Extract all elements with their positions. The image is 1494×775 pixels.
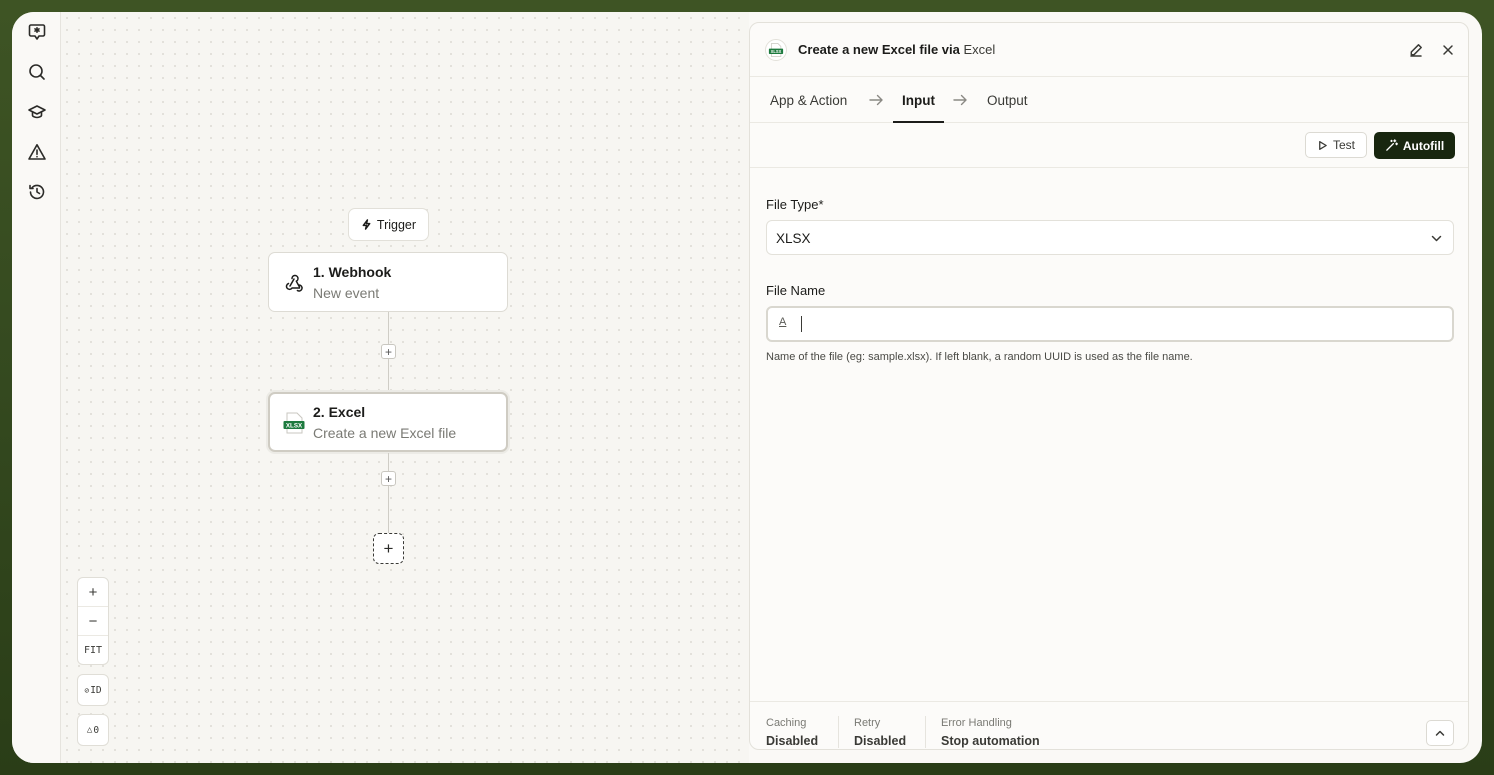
panel-header: XLSX Create a new Excel file via Excel bbox=[750, 23, 1468, 77]
add-step-button[interactable]: + bbox=[381, 344, 396, 359]
footer-key: Error Handling bbox=[941, 717, 1012, 729]
left-rail bbox=[12, 12, 61, 763]
footer-retry[interactable]: Retry Disabled bbox=[854, 717, 906, 748]
node-excel[interactable]: XLSX 2. Excel Create a new Excel file bbox=[268, 392, 508, 452]
step-tabs: App & Action Input Output bbox=[750, 77, 1468, 123]
actions-bar: Test Autofill bbox=[750, 123, 1468, 168]
zoom-controls: + − FIT bbox=[77, 577, 109, 665]
trigger-button[interactable]: Trigger bbox=[348, 208, 429, 241]
connector-line bbox=[388, 453, 389, 533]
edit-icon[interactable] bbox=[1407, 41, 1425, 59]
panel-footer: Caching Disabled Retry Disabled Error Ha… bbox=[750, 701, 1468, 749]
tab-app-action[interactable]: App & Action bbox=[770, 93, 847, 108]
file-name-label: File Name bbox=[766, 283, 826, 298]
webhook-icon bbox=[285, 274, 303, 292]
warning-icon[interactable] bbox=[25, 140, 49, 164]
footer-caching[interactable]: Caching Disabled bbox=[766, 717, 818, 748]
test-label: Test bbox=[1332, 138, 1355, 152]
file-type-select[interactable]: XLSX bbox=[766, 220, 1454, 255]
fit-button[interactable]: FIT bbox=[78, 636, 108, 664]
warning-icon: △ bbox=[86, 725, 93, 735]
chat-star-icon[interactable] bbox=[25, 20, 49, 44]
test-button[interactable]: Test bbox=[1305, 132, 1367, 158]
close-icon[interactable] bbox=[1439, 41, 1457, 59]
tab-input[interactable]: Input bbox=[902, 93, 935, 108]
footer-key: Caching bbox=[766, 717, 807, 729]
trigger-label: Trigger bbox=[376, 217, 417, 232]
warnings-button[interactable]: △ 0 bbox=[77, 714, 109, 746]
footer-key: Retry bbox=[854, 717, 881, 729]
add-step-end-button[interactable]: + bbox=[373, 533, 404, 564]
node-subtitle: Create a new Excel file bbox=[313, 425, 457, 441]
graduation-cap-icon[interactable] bbox=[25, 100, 49, 124]
zoom-in-button[interactable]: + bbox=[78, 578, 108, 607]
eye-off-icon: ⊘ bbox=[84, 685, 90, 695]
file-name-input[interactable]: A bbox=[766, 306, 1454, 342]
connector-line bbox=[388, 359, 389, 392]
text-type-icon: A bbox=[779, 316, 787, 328]
workflow-canvas[interactable]: Trigger 1. Webhook New event + XLSX 2. E… bbox=[61, 12, 749, 763]
node-subtitle: New event bbox=[313, 285, 380, 301]
add-step-button[interactable]: + bbox=[381, 471, 396, 486]
footer-error-handling[interactable]: Error Handling Stop automation bbox=[941, 717, 1040, 748]
arrow-right-icon bbox=[868, 93, 884, 107]
divider bbox=[838, 716, 839, 748]
step-config-panel: XLSX Create a new Excel file via Excel A… bbox=[749, 22, 1469, 750]
history-icon[interactable] bbox=[25, 180, 49, 204]
panel-title: Create a new Excel file via Excel bbox=[798, 42, 995, 57]
app-frame: Trigger 1. Webhook New event + XLSX 2. E… bbox=[12, 12, 1482, 763]
chevron-down-icon bbox=[1431, 235, 1442, 242]
chevron-up-icon bbox=[1435, 730, 1445, 736]
footer-value: Stop automation bbox=[941, 734, 1040, 748]
excel-app-logo: XLSX bbox=[765, 39, 787, 61]
magic-wand-icon bbox=[1386, 139, 1398, 151]
expand-footer-button[interactable] bbox=[1426, 720, 1454, 746]
tab-output[interactable]: Output bbox=[987, 93, 1028, 108]
panel-title-text: Create a new Excel file via bbox=[798, 42, 960, 57]
xlsx-icon: XLSX bbox=[283, 412, 305, 434]
id-toggle-button[interactable]: ⊘ ID bbox=[77, 674, 109, 706]
node-title: 2. Excel bbox=[313, 404, 366, 420]
warnings-count: 0 bbox=[93, 724, 100, 736]
zoom-out-button[interactable]: − bbox=[78, 607, 108, 636]
footer-value: Disabled bbox=[854, 734, 907, 748]
divider bbox=[925, 716, 926, 748]
lightning-icon bbox=[362, 219, 371, 230]
play-icon bbox=[1319, 140, 1327, 150]
node-webhook[interactable]: 1. Webhook New event bbox=[268, 252, 508, 312]
file-type-label: File Type* bbox=[766, 197, 824, 212]
search-icon[interactable] bbox=[25, 60, 49, 84]
node-title: 1. Webhook bbox=[313, 264, 392, 280]
panel-app-name: Excel bbox=[963, 42, 996, 57]
svg-text:XLSX: XLSX bbox=[771, 49, 782, 54]
text-caret bbox=[801, 316, 802, 332]
file-type-value: XLSX bbox=[776, 231, 811, 246]
autofill-label: Autofill bbox=[1402, 138, 1445, 153]
file-name-field[interactable] bbox=[806, 312, 1436, 336]
arrow-right-icon bbox=[952, 93, 968, 107]
file-name-help: Name of the file (eg: sample.xlsx). If l… bbox=[766, 351, 1193, 363]
autofill-button[interactable]: Autofill bbox=[1374, 132, 1455, 159]
footer-value: Disabled bbox=[766, 734, 819, 748]
id-toggle-label: ID bbox=[90, 684, 102, 696]
svg-text:XLSX: XLSX bbox=[286, 422, 303, 429]
